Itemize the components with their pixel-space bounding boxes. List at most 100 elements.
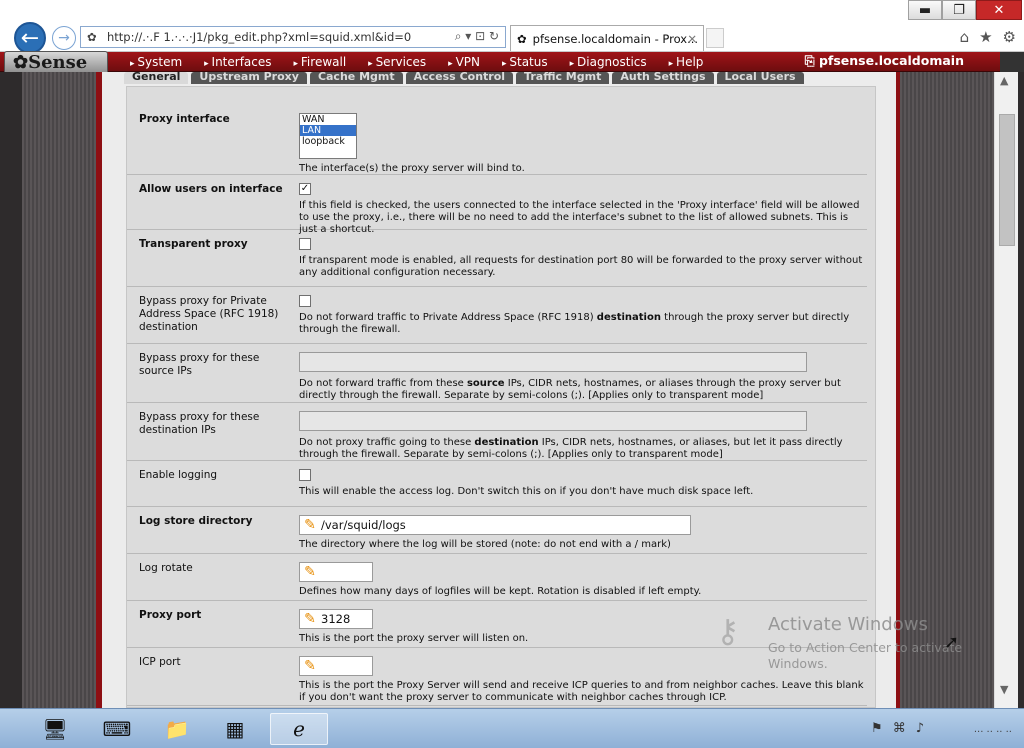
file-explorer-icon[interactable]: 📁 — [148, 713, 206, 745]
tab-auth-settings[interactable]: Auth Settings — [612, 72, 714, 84]
icp-port-label: ICP port — [139, 656, 181, 668]
internet-explorer-icon[interactable]: ℯ — [270, 713, 328, 745]
menu-help[interactable]: Help — [659, 54, 716, 70]
new-tab-button[interactable] — [706, 28, 724, 48]
close-button[interactable]: ✕ — [976, 0, 1022, 20]
row-transparent-proxy: Transparent proxy If transparent mode is… — [127, 230, 867, 287]
address-tools[interactable]: ⌕ ▾ ⊡ ↻ — [455, 29, 499, 44]
menu-status[interactable]: Status — [492, 54, 560, 70]
bypass-private-checkbox[interactable] — [299, 295, 311, 307]
row-log-store-directory: Log store directory ✎ /var/squid/logs The… — [127, 507, 867, 554]
bypass-source-input[interactable] — [299, 352, 807, 372]
proxy-port-text: 3128 — [321, 612, 351, 626]
proxy-interface-value: WAN LAN loopback The interface(s) the pr… — [299, 113, 869, 175]
log-store-directory-input[interactable]: ✎ /var/squid/logs — [299, 515, 691, 535]
right-stripes — [896, 72, 994, 708]
menu-interfaces[interactable]: Interfaces — [194, 54, 283, 70]
scroll-up-icon[interactable]: ▲ — [1000, 74, 1008, 87]
main-menu: System Interfaces Firewall Services VPN … — [120, 54, 715, 70]
pfsense-menubar: ✿Sense System Interfaces Firewall Servic… — [0, 51, 1024, 75]
taskbar: 🖥 ⌨ 📁 ▦ ℯ ⚑ ⌘ ♪ ··· ·· ·· ·· — [0, 708, 1024, 748]
bypass-private-help-pre: Do not forward traffic to Private Addres… — [299, 312, 597, 323]
window-controls: ▬ ❐ ✕ — [908, 0, 1022, 20]
vertical-scrollbar[interactable]: ▲ ▼ — [994, 72, 1018, 708]
tab-title: pfsense.localdomain - Prox... — [532, 31, 699, 46]
menu-firewall[interactable]: Firewall — [284, 54, 359, 70]
hostname-label: ⎘ pfsense.localdomain — [805, 53, 964, 69]
row-log-rotate: Log rotate ✎ Defines how many days of lo… — [127, 554, 867, 601]
pencil-icon: ✎ — [304, 611, 316, 627]
log-store-directory-label: Log store directory — [139, 515, 253, 527]
row-proxy-interface: Proxy interface WAN LAN loopback The int… — [127, 105, 867, 175]
star-icon[interactable]: ★ — [979, 28, 992, 46]
tab-upstream-proxy[interactable]: Upstream Proxy — [191, 72, 307, 84]
proxy-port-input[interactable]: ✎ 3128 — [299, 609, 373, 629]
tab-local-users[interactable]: Local Users — [716, 72, 804, 84]
pencil-icon: ✎ — [304, 658, 316, 674]
tray-volume-icon[interactable]: ♪ — [916, 721, 924, 736]
package-tabs: General Upstream Proxy Cache Mgmt Access… — [124, 72, 804, 84]
proxy-interface-listbox[interactable]: WAN LAN loopback — [299, 113, 357, 159]
bypass-source-help-bold: source — [466, 378, 505, 389]
scroll-thumb[interactable] — [999, 114, 1015, 246]
bypass-dest-help: Do not proxy traffic going to these dest… — [299, 437, 869, 461]
server-manager-icon[interactable]: 🖥 — [26, 713, 84, 745]
option-lan[interactable]: LAN — [300, 125, 356, 136]
log-rotate-value: ✎ Defines how many days of logfiles will… — [299, 562, 869, 598]
log-rotate-input[interactable]: ✎ — [299, 562, 373, 582]
tab-close-icon[interactable]: ✕ — [687, 32, 697, 46]
tab-traffic-mgmt[interactable]: Traffic Mgmt — [516, 72, 610, 84]
bypass-dest-label: Bypass proxy for these destination IPs — [139, 411, 260, 436]
maximize-button[interactable]: ❐ — [942, 0, 976, 20]
bypass-dest-input[interactable] — [299, 411, 807, 431]
enable-logging-help: This will enable the access log. Don't s… — [299, 486, 754, 497]
menu-system[interactable]: System — [120, 54, 194, 70]
browser-tab[interactable]: ✿ pfsense.localdomain - Prox... ✕ — [510, 25, 704, 51]
minimize-button[interactable]: ▬ — [908, 0, 942, 20]
gear-icon[interactable]: ⚙ — [1003, 28, 1016, 46]
row-bypass-private: Bypass proxy for Private Address Space (… — [127, 287, 867, 344]
proxy-interface-help: The interface(s) the proxy server will b… — [299, 163, 525, 174]
icp-port-input[interactable]: ✎ — [299, 656, 373, 676]
pfsense-favicon-icon: ✿ — [87, 30, 97, 44]
menu-diagnostics[interactable]: Diagnostics — [560, 54, 659, 70]
option-loopback[interactable]: loopback — [300, 136, 356, 147]
tab-general[interactable]: General — [124, 72, 189, 84]
bypass-dest-help-bold: destination — [474, 437, 539, 448]
allow-users-checkbox[interactable]: ✓ — [299, 183, 311, 195]
transparent-proxy-label: Transparent proxy — [139, 238, 248, 250]
transparent-proxy-checkbox[interactable] — [299, 238, 311, 250]
tab-access-control[interactable]: Access Control — [405, 72, 514, 84]
tray-network-icon[interactable]: ⌘ — [893, 721, 906, 736]
allow-users-value: ✓ If this field is checked, the users co… — [299, 183, 869, 236]
bypass-private-value: Do not forward traffic to Private Addres… — [299, 295, 869, 336]
icp-port-value: ✎ This is the port the Proxy Server will… — [299, 656, 869, 704]
logo-text: Sense — [28, 52, 88, 73]
enable-logging-value: This will enable the access log. Don't s… — [299, 469, 869, 498]
forward-button[interactable]: → — [52, 26, 76, 50]
menu-services[interactable]: Services — [358, 54, 438, 70]
log-rotate-help: Defines how many days of logfiles will b… — [299, 586, 702, 597]
tray-flag-icon[interactable]: ⚑ — [871, 721, 883, 736]
back-button[interactable]: ← — [14, 22, 46, 54]
content-area: General Upstream Proxy Cache Mgmt Access… — [102, 72, 896, 708]
taskbar-clock[interactable]: ··· ·· ·· ·· — [974, 727, 1012, 738]
enable-logging-checkbox[interactable] — [299, 469, 311, 481]
pencil-icon: ✎ — [304, 564, 316, 580]
pencil-icon: ✎ — [304, 517, 316, 533]
home-icon[interactable]: ⌂ — [960, 28, 970, 46]
remote-desktop-icon[interactable]: ▦ — [206, 713, 264, 745]
mouse-cursor-icon: ➚ — [944, 632, 960, 653]
bypass-source-label: Bypass proxy for these source IPs — [139, 352, 260, 377]
allow-users-label: Allow users on interface — [139, 183, 283, 195]
tab-cache-mgmt[interactable]: Cache Mgmt — [309, 72, 403, 84]
address-bar[interactable]: ✿ http://.·.F 1.·.·.·J1/pkg_edit.php?xml… — [80, 26, 506, 48]
proxy-interface-label: Proxy interface — [139, 113, 230, 125]
powershell-icon[interactable]: ⌨ — [88, 713, 146, 745]
option-wan[interactable]: WAN — [300, 114, 356, 125]
row-bypass-source: Bypass proxy for these source IPs Do not… — [127, 344, 867, 403]
scroll-down-icon[interactable]: ▼ — [1000, 683, 1008, 696]
menu-vpn[interactable]: VPN — [438, 54, 492, 70]
proxy-port-help: This is the port the proxy server will l… — [299, 633, 529, 644]
hostname-text: pfsense.localdomain — [818, 53, 964, 68]
